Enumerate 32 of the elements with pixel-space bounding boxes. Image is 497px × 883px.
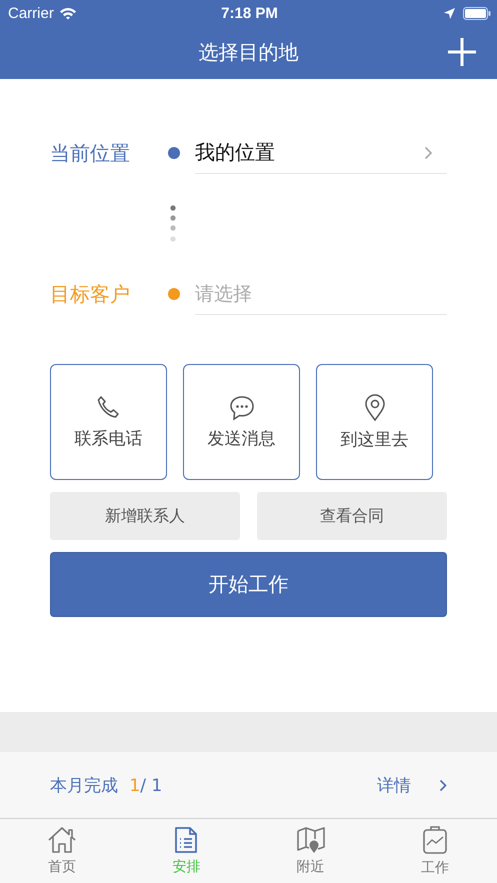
action-tile[interactable]: 联系电话 xyxy=(50,364,167,480)
action-tile[interactable]: 到这里去 xyxy=(316,364,433,480)
route-label: 目标客户 xyxy=(50,280,131,308)
phone-icon xyxy=(96,394,122,420)
add-button[interactable] xyxy=(447,37,477,67)
list-document-icon xyxy=(173,826,200,854)
clock-time: 7:18 PM xyxy=(221,4,278,22)
location-arrow-icon xyxy=(444,8,455,18)
tab-item[interactable]: 首页 xyxy=(0,819,124,883)
chevron-icon xyxy=(439,778,447,792)
connector-dots-icon xyxy=(170,204,176,242)
details-link[interactable]: 详情 xyxy=(377,774,447,796)
plus-icon xyxy=(447,37,477,67)
action-tile[interactable]: 发送消息 xyxy=(183,364,300,480)
chevron-icon xyxy=(424,146,433,160)
start-work-button[interactable]: 开始工作 xyxy=(50,552,447,617)
secondary-button[interactable]: 新增联系人 xyxy=(50,492,240,540)
carrier-name: Carrier xyxy=(8,4,54,22)
secondary-button[interactable]: 查看合同 xyxy=(257,492,447,540)
map-pin-icon xyxy=(364,394,386,422)
clipboard-chart-icon xyxy=(422,825,448,855)
map-icon xyxy=(296,826,326,854)
tab-item[interactable]: 工作 xyxy=(372,819,497,883)
wifi-icon xyxy=(58,6,77,20)
route-label: 当前位置 xyxy=(50,140,131,166)
page-title: 选择目的地 xyxy=(198,39,298,66)
tab-item[interactable]: 附近 xyxy=(248,819,373,883)
chat-bubble-icon xyxy=(228,394,254,420)
home-icon xyxy=(47,826,78,854)
monthly-completion: 本月完成 1/ 1 xyxy=(50,774,162,796)
battery-icon xyxy=(462,6,491,20)
route-field[interactable]: 我的位置 xyxy=(195,132,447,174)
